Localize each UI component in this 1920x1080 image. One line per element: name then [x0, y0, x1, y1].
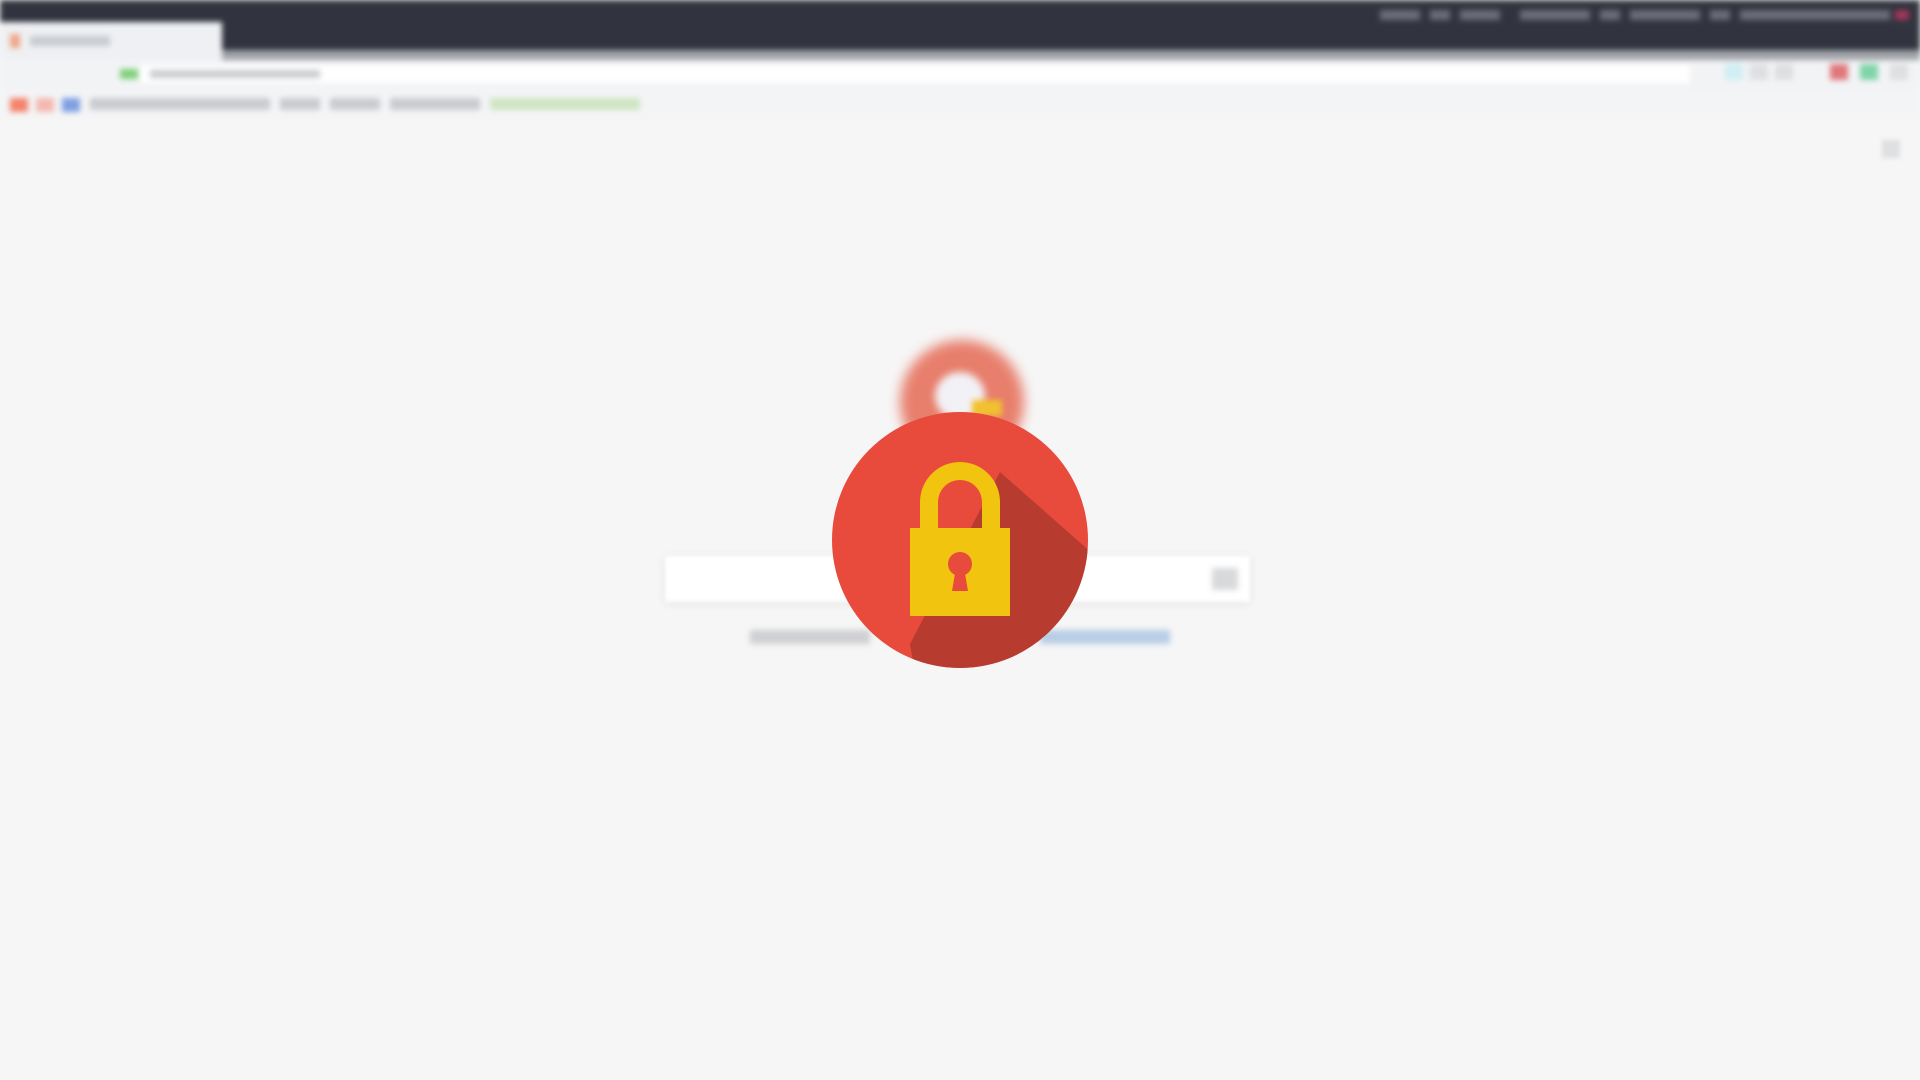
tray-item: [1520, 10, 1590, 20]
extension-icon[interactable]: [1830, 64, 1848, 80]
locked-screen: [0, 0, 1920, 1080]
bookmarks-bar: [0, 90, 1920, 116]
bookmark-icon[interactable]: [36, 98, 54, 112]
os-top-bar: [0, 0, 1920, 50]
secure-site-icon: [120, 69, 138, 79]
extension-icon[interactable]: [1750, 64, 1768, 80]
url-obscured: [150, 70, 320, 78]
tray-item: [1740, 10, 1890, 20]
bookmark-item[interactable]: [90, 98, 270, 110]
tray-item: [1630, 10, 1700, 20]
padlock-icon: [832, 412, 1088, 668]
extension-icon[interactable]: [1775, 64, 1793, 80]
bookmark-icon[interactable]: [10, 98, 28, 112]
settings-icon[interactable]: [1882, 140, 1900, 158]
bookmark-item[interactable]: [490, 98, 640, 110]
menu-icon[interactable]: [1890, 64, 1908, 80]
bookmark-icon[interactable]: [62, 98, 80, 112]
browser-chrome-blurred: [0, 0, 1920, 120]
tray-item: [1600, 10, 1620, 20]
bookmark-item[interactable]: [390, 98, 480, 110]
tray-item: [1460, 10, 1500, 20]
browser-tab[interactable]: [0, 22, 222, 60]
search-button[interactable]: [1212, 568, 1238, 590]
extension-icon[interactable]: [1860, 64, 1878, 80]
tray-item: [1895, 10, 1909, 20]
tab-strip: [0, 50, 1920, 60]
tray-item: [1380, 10, 1420, 20]
tab-favicon-icon: [10, 34, 20, 48]
bookmark-item[interactable]: [280, 98, 320, 110]
bookmark-item[interactable]: [330, 98, 380, 110]
tray-item: [1710, 10, 1730, 20]
tray-item: [1430, 10, 1450, 20]
address-bar[interactable]: [120, 65, 1690, 83]
extension-icon[interactable]: [1725, 64, 1743, 80]
tab-title-obscured: [30, 36, 110, 46]
